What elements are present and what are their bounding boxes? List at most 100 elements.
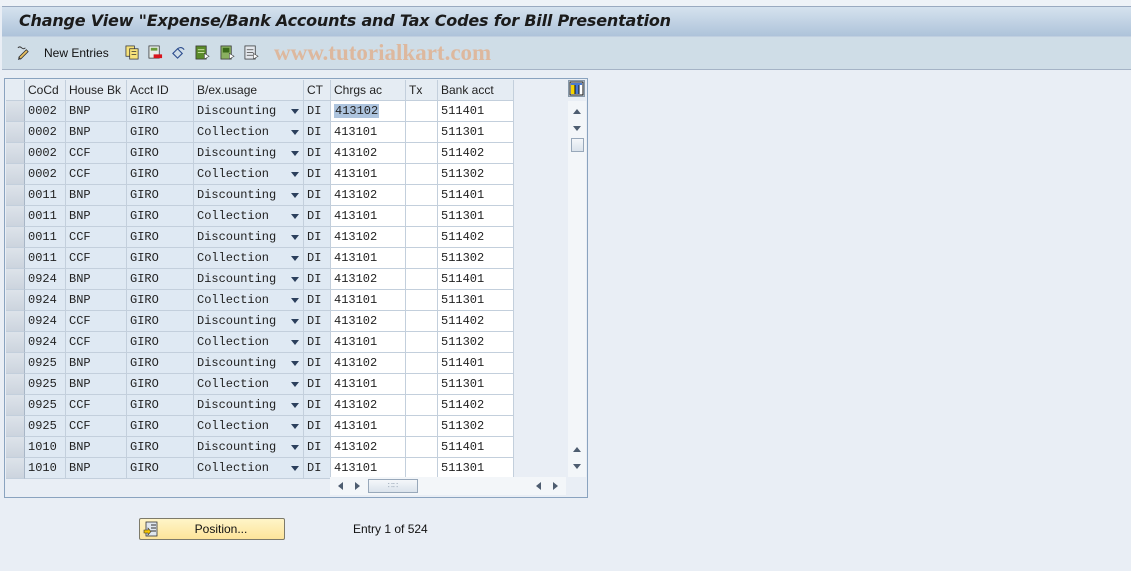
dropdown-arrow-icon[interactable] [291,319,299,324]
cell-charges-account[interactable]: 413101 [331,290,406,311]
horizontal-scrollbar[interactable]: ∷∷ [330,477,530,495]
dropdown-arrow-icon[interactable] [291,277,299,282]
dropdown-arrow-icon[interactable] [291,340,299,345]
cell-bill-of-exchange-usage[interactable]: Discounting [194,311,304,332]
dropdown-arrow-icon[interactable] [291,445,299,450]
column-header-house-bank[interactable]: House Bk [66,80,127,101]
row-selector[interactable] [6,122,25,143]
cell-bill-of-exchange-usage[interactable]: Collection [194,164,304,185]
cell-bill-of-exchange-usage[interactable]: Discounting [194,227,304,248]
cell-charges-account[interactable]: 413101 [331,374,406,395]
cell-tax-code[interactable] [406,332,438,353]
cell-charges-account[interactable]: 413101 [331,164,406,185]
column-header-bill-of-exchange-usage[interactable]: B/ex.usage [194,80,304,101]
cell-charges-account[interactable]: 413101 [331,416,406,437]
row-selector[interactable] [6,269,25,290]
cell-bank-account[interactable]: 511401 [438,437,514,458]
row-selector[interactable] [6,248,25,269]
column-header-charges-account[interactable]: Chrgs ac [331,80,406,101]
scroll-up-button[interactable] [568,103,586,120]
cell-bank-account[interactable]: 511302 [438,248,514,269]
cell-bill-of-exchange-usage[interactable]: Collection [194,416,304,437]
cell-tax-code[interactable] [406,227,438,248]
cell-charges-account[interactable]: 413102 [331,311,406,332]
cell-charges-account[interactable]: 413101 [331,122,406,143]
row-selector[interactable] [6,185,25,206]
vertical-scroll-thumb[interactable] [571,138,584,152]
dropdown-arrow-icon[interactable] [291,382,299,387]
row-selector[interactable] [6,353,25,374]
dropdown-arrow-icon[interactable] [291,151,299,156]
cell-bill-of-exchange-usage[interactable]: Collection [194,290,304,311]
cell-bill-of-exchange-usage[interactable]: Discounting [194,185,304,206]
column-header-tax-code[interactable]: Tx [406,80,438,101]
cell-charges-account[interactable]: 413102 [331,101,406,122]
cell-bank-account[interactable]: 511302 [438,416,514,437]
cell-charges-account[interactable]: 413102 [331,227,406,248]
column-configuration-icon[interactable] [568,80,585,97]
cell-tax-code[interactable] [406,395,438,416]
cell-bank-account[interactable]: 511401 [438,269,514,290]
cell-bill-of-exchange-usage[interactable]: Discounting [194,353,304,374]
dropdown-arrow-icon[interactable] [291,214,299,219]
row-selector[interactable] [6,227,25,248]
cell-tax-code[interactable] [406,143,438,164]
select-block-icon[interactable] [220,45,235,60]
cell-tax-code[interactable] [406,374,438,395]
cell-bank-account[interactable]: 511301 [438,206,514,227]
cell-tax-code[interactable] [406,458,438,479]
row-selector[interactable] [6,437,25,458]
cell-tax-code[interactable] [406,206,438,227]
dropdown-arrow-icon[interactable] [291,109,299,114]
cell-tax-code[interactable] [406,311,438,332]
dropdown-arrow-icon[interactable] [291,256,299,261]
row-selector[interactable] [6,458,25,479]
horizontal-scroll-thumb[interactable]: ∷∷ [368,479,418,493]
cell-tax-code[interactable] [406,101,438,122]
cell-bank-account[interactable]: 511301 [438,458,514,479]
row-selector[interactable] [6,101,25,122]
cell-bank-account[interactable]: 511301 [438,290,514,311]
cell-bill-of-exchange-usage[interactable]: Discounting [194,143,304,164]
dropdown-arrow-icon[interactable] [291,172,299,177]
cell-tax-code[interactable] [406,353,438,374]
cell-bill-of-exchange-usage[interactable]: Collection [194,458,304,479]
row-selector[interactable] [6,143,25,164]
undo-icon[interactable] [171,45,186,60]
cell-charges-account[interactable]: 413102 [331,269,406,290]
cell-tax-code[interactable] [406,164,438,185]
dropdown-arrow-icon[interactable] [291,235,299,240]
row-selector[interactable] [6,290,25,311]
cell-bill-of-exchange-usage[interactable]: Discounting [194,395,304,416]
dropdown-arrow-icon[interactable] [291,130,299,135]
cell-bill-of-exchange-usage[interactable]: Collection [194,248,304,269]
dropdown-arrow-icon[interactable] [291,466,299,471]
cell-bank-account[interactable]: 511401 [438,353,514,374]
cell-bank-account[interactable]: 511302 [438,164,514,185]
dropdown-arrow-icon[interactable] [291,403,299,408]
cell-bank-account[interactable]: 511401 [438,185,514,206]
cell-bank-account[interactable]: 511301 [438,122,514,143]
cell-charges-account[interactable]: 413102 [331,143,406,164]
cell-charges-account[interactable]: 413102 [331,437,406,458]
cell-charges-account[interactable]: 413102 [331,353,406,374]
scroll-left-button[interactable] [334,477,348,495]
column-header-charge-type[interactable]: CT [304,80,331,101]
cell-bill-of-exchange-usage[interactable]: Collection [194,206,304,227]
cell-bank-account[interactable]: 511301 [438,374,514,395]
scroll-down-button[interactable] [568,458,586,475]
cell-bill-of-exchange-usage[interactable]: Discounting [194,437,304,458]
dropdown-arrow-icon[interactable] [291,193,299,198]
cell-charges-account[interactable]: 413101 [331,248,406,269]
edit-pencil-icon[interactable] [16,45,31,60]
cell-bill-of-exchange-usage[interactable]: Discounting [194,101,304,122]
select-all-rows-button[interactable] [6,80,25,101]
cell-tax-code[interactable] [406,122,438,143]
deselect-all-icon[interactable] [244,45,259,60]
cell-bill-of-exchange-usage[interactable]: Collection [194,332,304,353]
row-selector[interactable] [6,374,25,395]
cell-tax-code[interactable] [406,185,438,206]
cell-bill-of-exchange-usage[interactable]: Discounting [194,269,304,290]
cell-bank-account[interactable]: 511402 [438,143,514,164]
cell-bank-account[interactable]: 511402 [438,311,514,332]
